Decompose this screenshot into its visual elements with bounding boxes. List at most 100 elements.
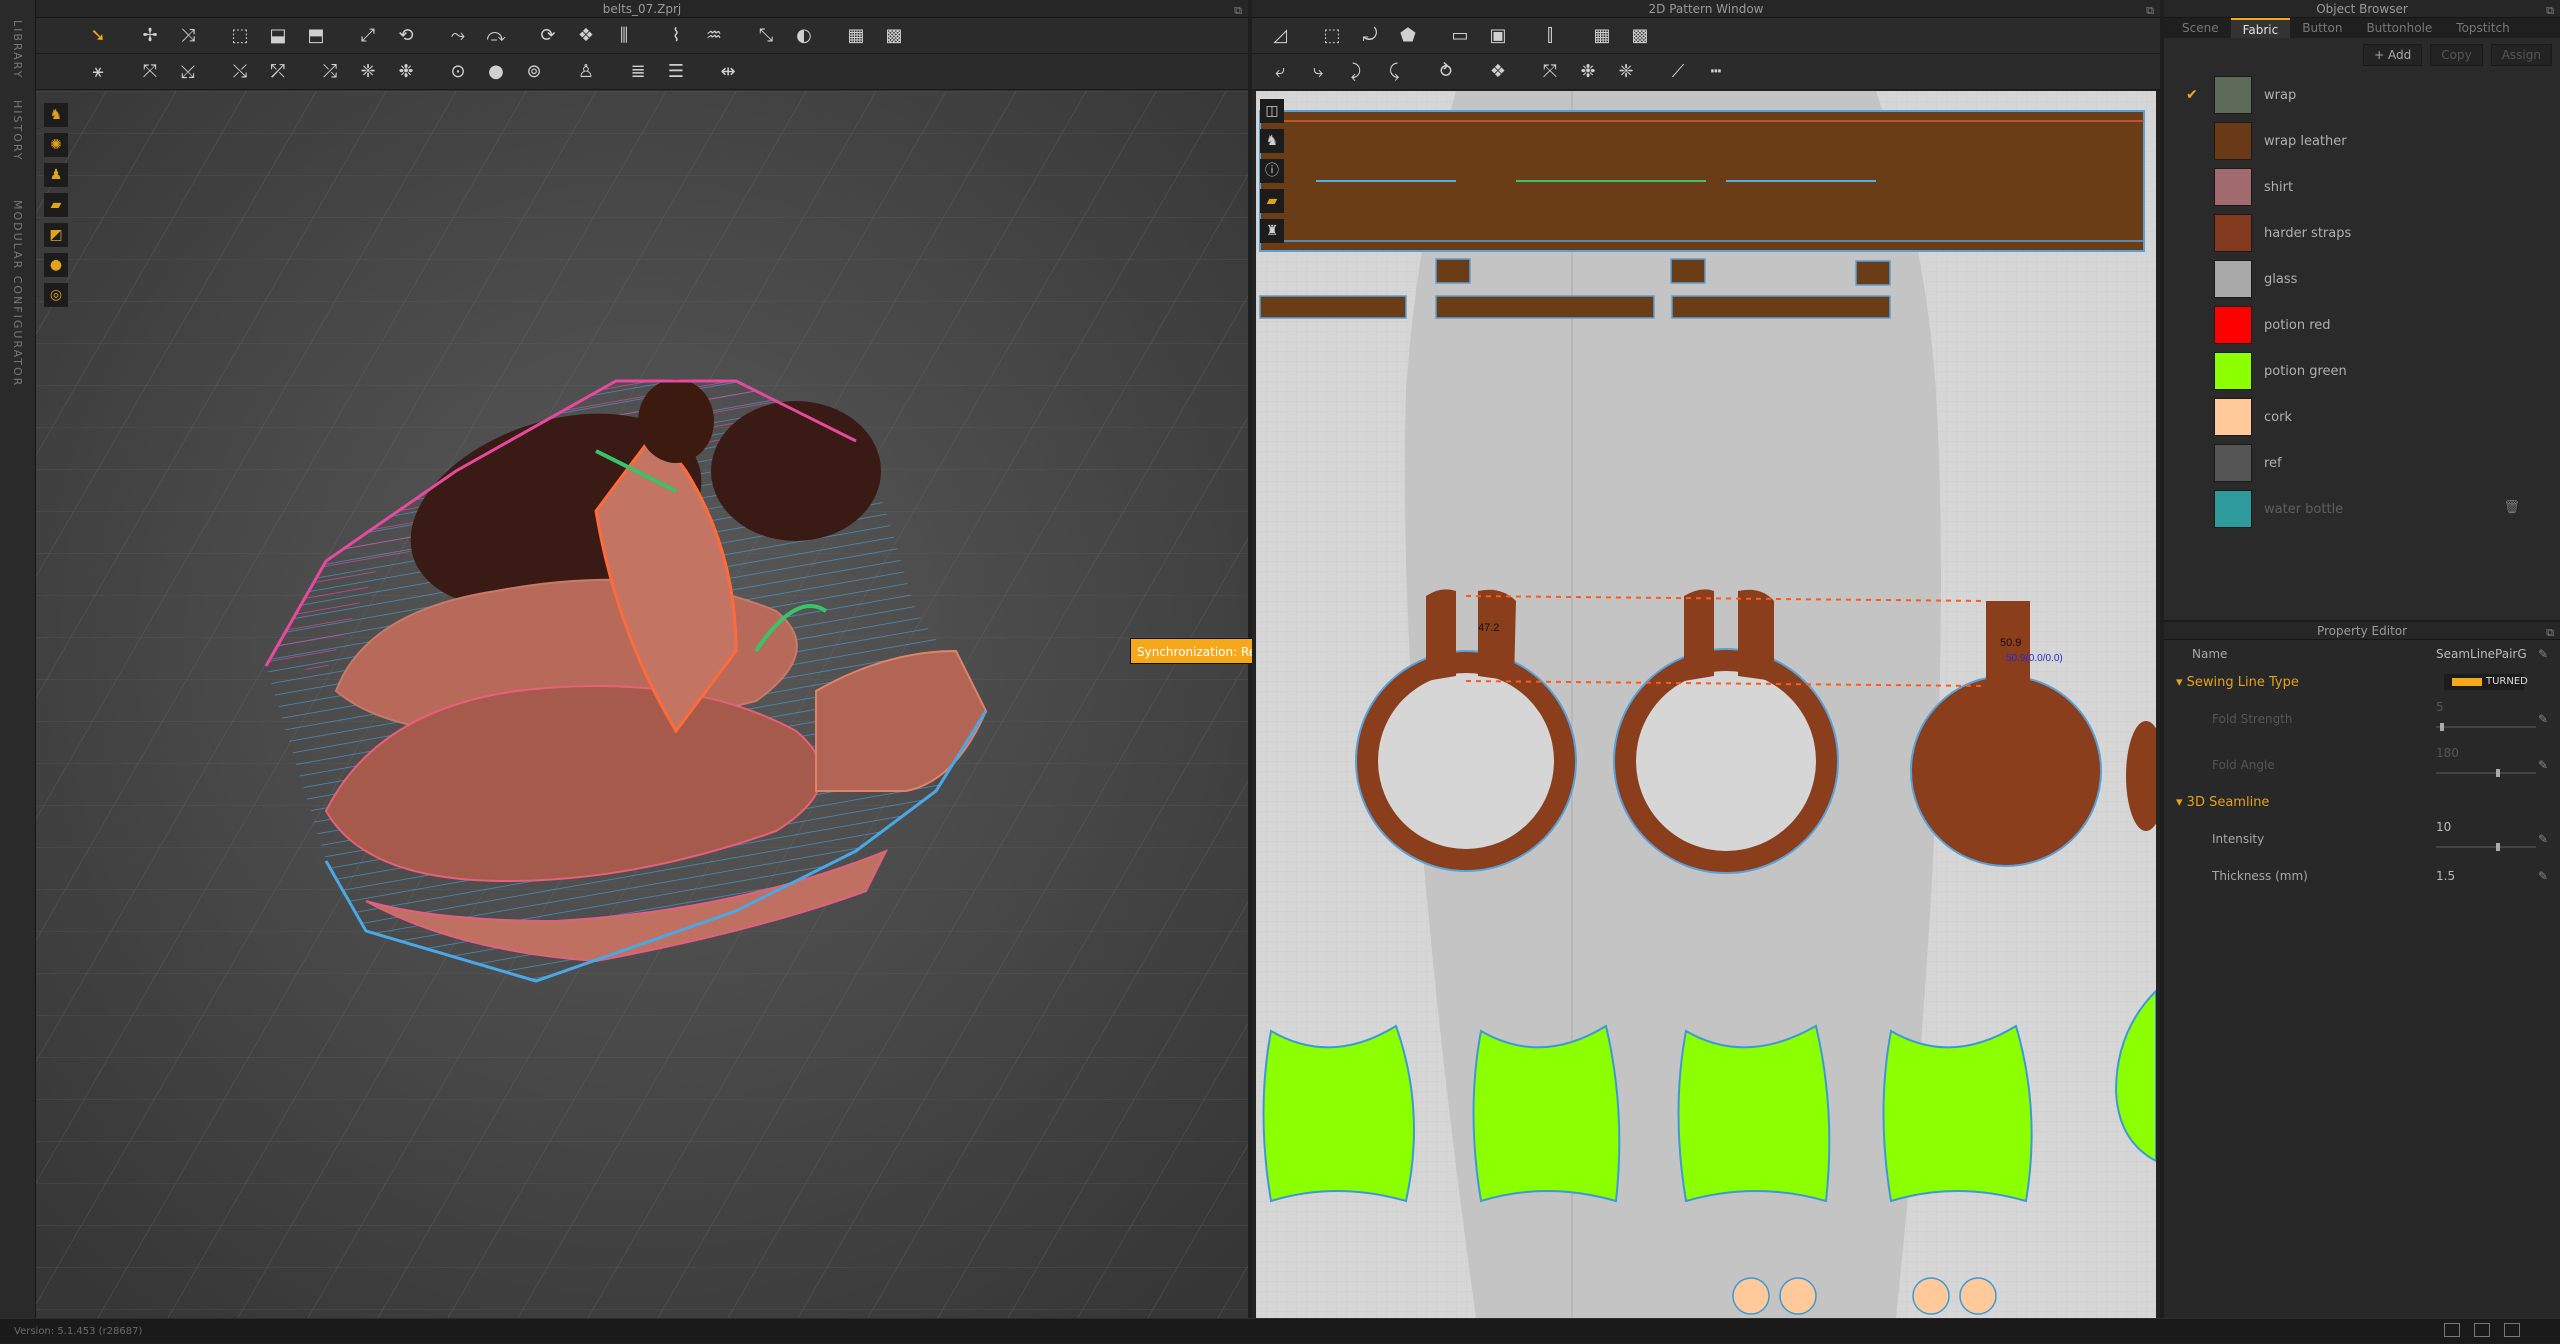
edit-point-icon[interactable]: ⬚ bbox=[1320, 24, 1344, 48]
fabric-item[interactable]: water bottle 🗑 bbox=[2164, 486, 2560, 532]
fabric-swatch[interactable] bbox=[2214, 398, 2252, 436]
fold-angle-value[interactable]: 180 bbox=[2436, 746, 2459, 760]
intensity-slider[interactable] bbox=[2436, 843, 2536, 851]
rectangle-icon[interactable]: ▭ bbox=[1448, 24, 1472, 48]
brush-mesh-icon[interactable]: ⬒ bbox=[304, 24, 328, 48]
pin-tool-icon[interactable]: ⤢ bbox=[356, 24, 380, 48]
arrangement-point-icon[interactable]: ⤯ bbox=[228, 60, 252, 84]
measure-point-icon[interactable]: ⊚ bbox=[522, 60, 546, 84]
texture-display-icon[interactable]: ♜ bbox=[1260, 219, 1284, 243]
strap-tool-icon[interactable]: ⟳ bbox=[536, 24, 560, 48]
polygon-icon[interactable]: ▣ bbox=[1486, 24, 1510, 48]
avatar-icon[interactable]: ◐ bbox=[792, 24, 816, 48]
modular-configurator-tab[interactable]: MODULAR CONFIGURATOR bbox=[11, 200, 24, 387]
fabric-swatch[interactable] bbox=[2214, 444, 2252, 482]
name-value[interactable]: SeamLinePairG bbox=[2436, 647, 2527, 661]
select-mesh-icon[interactable]: ⬚ bbox=[228, 24, 252, 48]
fabric-item[interactable]: potion green bbox=[2164, 348, 2560, 394]
layout-full-icon[interactable] bbox=[2504, 1323, 2520, 1337]
grid-2d-icon[interactable]: ▦ bbox=[1590, 24, 1614, 48]
trace-icon[interactable]: ⤮ bbox=[318, 60, 342, 84]
zipper-tool-icon[interactable]: ⫼ bbox=[612, 24, 636, 48]
maximize-2d-icon[interactable]: ⧉ bbox=[2146, 2, 2154, 20]
add-point-icon[interactable]: ⬟ bbox=[1396, 24, 1420, 48]
ruler-icon[interactable]: ⟋ bbox=[1666, 60, 1690, 84]
fabric-item[interactable]: shirt bbox=[2164, 164, 2560, 210]
tack-2d-icon[interactable]: ⥁ bbox=[1434, 60, 1458, 84]
arrangement-plate-icon[interactable]: ⤱ bbox=[266, 60, 290, 84]
thickness-value[interactable]: 1.5 bbox=[2436, 869, 2455, 883]
fabric-item[interactable]: glass bbox=[2164, 256, 2560, 302]
maximize-icon[interactable]: ⧉ bbox=[1234, 2, 1242, 20]
tack-tool-icon[interactable]: ⟲ bbox=[394, 24, 418, 48]
gizmo-icon[interactable]: ⇹ bbox=[716, 60, 740, 84]
topstitch-icon[interactable]: ⤧ bbox=[1538, 60, 1562, 84]
button-2d-icon[interactable]: ❖ bbox=[1486, 60, 1510, 84]
grid-icon[interactable]: ▦ bbox=[844, 24, 868, 48]
edit-curvature-icon[interactable]: ⤾ bbox=[1358, 24, 1382, 48]
pattern-canvas[interactable]: 47.2 50.9 50.9(0.0/0.0) ◫ ♞ ⓘ ▰ ♜ bbox=[1256, 91, 2166, 1318]
point-pin-icon[interactable]: ● bbox=[484, 60, 508, 84]
fold-strength-slider[interactable] bbox=[2436, 723, 2536, 731]
fabric-item[interactable]: wrap leather bbox=[2164, 118, 2560, 164]
avatar-2d-display-icon[interactable]: ♞ bbox=[1260, 129, 1284, 153]
free-sewing-icon[interactable]: ⤷ bbox=[1306, 60, 1330, 84]
layout-split-icon[interactable] bbox=[2474, 1323, 2490, 1337]
smooth-icon[interactable]: ⤩ bbox=[176, 60, 200, 84]
graphic-2d-icon[interactable]: ❈ bbox=[1614, 60, 1638, 84]
elastic-icon[interactable]: ♒ bbox=[702, 24, 726, 48]
fabric-item[interactable]: ✔ wrap bbox=[2164, 72, 2560, 118]
seamline-section-toggle[interactable]: ▾ 3D Seamline bbox=[2164, 795, 2269, 810]
transform-tool-icon[interactable]: ✢ bbox=[138, 24, 162, 48]
fabric-item[interactable]: potion red bbox=[2164, 302, 2560, 348]
grid-2-icon[interactable]: ▩ bbox=[882, 24, 906, 48]
assign-fabric-button[interactable]: Assign bbox=[2490, 44, 2552, 66]
fabric-swatch[interactable] bbox=[2214, 352, 2252, 390]
multi-sewing-icon[interactable]: ⤸ bbox=[1344, 60, 1368, 84]
intensity-edit-icon[interactable]: ✎ bbox=[2538, 832, 2548, 846]
fabric-item[interactable]: harder straps bbox=[2164, 210, 2560, 256]
flatten-icon[interactable]: ⤧ bbox=[138, 60, 162, 84]
hide-show-icon[interactable]: ≣ bbox=[626, 60, 650, 84]
intensity-value[interactable]: 10 bbox=[2436, 820, 2451, 834]
sewing-section-toggle[interactable]: ▾ Sewing Line Type bbox=[2164, 675, 2299, 690]
tab-scene[interactable]: Scene bbox=[2170, 18, 2231, 38]
strap-pattern-long[interactable] bbox=[1259, 110, 2145, 252]
avatar-size-icon[interactable]: ♙ bbox=[574, 60, 598, 84]
fabric-swatch[interactable] bbox=[2214, 490, 2252, 528]
layer-icon[interactable]: ☰ bbox=[664, 60, 688, 84]
fabric-item[interactable]: cork bbox=[2164, 394, 2560, 440]
folder-2d-display-icon[interactable]: ▰ bbox=[1260, 189, 1284, 213]
avatar-display-icon[interactable]: ♞ bbox=[44, 103, 68, 127]
folder-display-icon[interactable]: ▰ bbox=[44, 193, 68, 217]
fabric-swatch[interactable] bbox=[2214, 214, 2252, 252]
trash-icon[interactable]: 🗑 bbox=[2503, 500, 2520, 515]
tab-topstitch[interactable]: Topstitch bbox=[2444, 18, 2521, 38]
tab-button[interactable]: Button bbox=[2290, 18, 2354, 38]
tab-fabric[interactable]: Fabric bbox=[2230, 18, 2291, 38]
scene-3d-canvas[interactable]: ♞ ✺ ♟ ▰ ◩ ● ◎ bbox=[36, 91, 1248, 1318]
graphic-icon[interactable]: ❈ bbox=[356, 60, 380, 84]
fabric-item[interactable]: ref bbox=[2164, 440, 2560, 486]
fold-strength-value[interactable]: 5 bbox=[2436, 700, 2444, 714]
info-display-icon[interactable]: ⓘ bbox=[1260, 159, 1284, 183]
shrink-icon[interactable]: ⤡ bbox=[754, 24, 778, 48]
fold-angle-slider[interactable] bbox=[2436, 769, 2536, 777]
segment-sewing-icon[interactable]: ⤶ bbox=[1268, 60, 1292, 84]
skin-display-icon[interactable]: ● bbox=[44, 253, 68, 277]
fabric-swatch[interactable] bbox=[2214, 260, 2252, 298]
texture-icon[interactable]: ❉ bbox=[394, 60, 418, 84]
circumference-icon[interactable]: ⤼ bbox=[484, 24, 508, 48]
edit-sewing-icon[interactable]: ⤹ bbox=[1382, 60, 1406, 84]
edit-display-icon[interactable]: ◩ bbox=[44, 223, 68, 247]
simulate-icon[interactable]: ⚹ bbox=[86, 60, 110, 84]
texture-2d-icon[interactable]: ❉ bbox=[1576, 60, 1600, 84]
add-fabric-button[interactable]: + Add bbox=[2363, 44, 2423, 66]
globe-display-icon[interactable]: ◎ bbox=[44, 283, 68, 307]
grid-2d-2-icon[interactable]: ▩ bbox=[1628, 24, 1652, 48]
puckering-icon[interactable]: ⌇ bbox=[664, 24, 688, 48]
render-display-icon[interactable]: ✺ bbox=[44, 133, 68, 157]
internal-line-icon[interactable]: ⫿ bbox=[1538, 24, 1562, 48]
fabric-swatch[interactable] bbox=[2214, 306, 2252, 344]
layout-single-icon[interactable] bbox=[2444, 1323, 2460, 1337]
